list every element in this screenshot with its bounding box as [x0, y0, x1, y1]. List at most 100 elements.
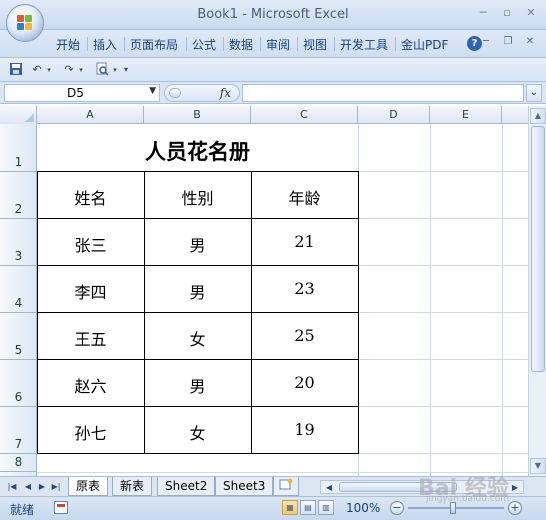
- row-header-7[interactable]: 7: [0, 407, 37, 454]
- row-header-1[interactable]: 1: [0, 124, 37, 172]
- name-cell[interactable]: 王五: [37, 326, 144, 350]
- select-all-icon: [25, 113, 34, 122]
- row-header-3[interactable]: 3: [0, 219, 37, 266]
- tab-formulas[interactable]: 公式: [192, 36, 216, 53]
- page-layout-view-icon[interactable]: ▤: [300, 500, 316, 515]
- tab-home[interactable]: 开始: [56, 36, 80, 53]
- tab-view[interactable]: 视图: [303, 36, 327, 53]
- insert-sheet-icon[interactable]: [273, 477, 299, 496]
- restore-icon[interactable]: ▫: [500, 6, 514, 20]
- tab-insert[interactable]: 插入: [93, 36, 117, 53]
- tab-developer[interactable]: 开发工具: [340, 36, 388, 53]
- column-header-c[interactable]: C: [251, 106, 358, 124]
- close-icon[interactable]: ✕: [524, 6, 538, 20]
- tab-page-layout[interactable]: 页面布局: [130, 36, 178, 53]
- name-cell[interactable]: 孙七: [37, 420, 144, 444]
- worksheet-grid[interactable]: A B C D E 1 2 3 4 5 6 7 8 人员花名册 姓名 性别 年龄: [0, 106, 528, 476]
- row-header-4[interactable]: 4: [0, 266, 37, 313]
- redo-icon[interactable]: ↷: [62, 62, 76, 78]
- save-icon[interactable]: [8, 62, 24, 78]
- header-cell-gender[interactable]: 性别: [144, 185, 251, 209]
- gender-cell[interactable]: 女: [144, 420, 251, 444]
- page-break-view-icon[interactable]: ▥: [318, 500, 334, 515]
- sheet-tab-sheet2[interactable]: Sheet2: [157, 477, 216, 496]
- zoom-in-icon[interactable]: +: [508, 501, 522, 515]
- zoom-slider[interactable]: [408, 507, 504, 509]
- scroll-left-icon[interactable]: ◀: [323, 481, 335, 495]
- last-sheet-icon[interactable]: ▶|: [50, 480, 62, 494]
- next-sheet-icon[interactable]: ▶: [36, 480, 48, 494]
- view-buttons: ▦ ▤ ▥: [282, 500, 334, 515]
- chevron-down-icon[interactable]: ▼: [149, 86, 156, 96]
- first-sheet-icon[interactable]: |◀: [6, 480, 18, 494]
- scroll-up-icon[interactable]: ▲: [530, 108, 546, 124]
- expand-formula-bar-icon[interactable]: ⌄: [526, 84, 542, 102]
- select-all-button[interactable]: [0, 106, 37, 124]
- tab-data[interactable]: 数据: [229, 36, 253, 53]
- name-cell[interactable]: 张三: [37, 232, 144, 256]
- close-icon[interactable]: ✕: [524, 36, 536, 48]
- undo-dropdown-icon[interactable]: ▾: [45, 62, 53, 78]
- normal-view-icon[interactable]: ▦: [282, 500, 298, 515]
- sheet-title[interactable]: 人员花名册: [37, 136, 358, 166]
- age-cell[interactable]: 21: [251, 232, 358, 251]
- age-cell[interactable]: 20: [251, 373, 358, 392]
- gender-cell[interactable]: 男: [144, 232, 251, 256]
- gender-cell[interactable]: 男: [144, 373, 251, 397]
- tab-divider: [124, 37, 125, 51]
- name-cell[interactable]: 李四: [37, 279, 144, 303]
- zoom-out-icon[interactable]: −: [390, 501, 404, 515]
- column-header-e[interactable]: E: [430, 106, 502, 124]
- table-border: [37, 406, 359, 407]
- gender-cell[interactable]: 女: [144, 326, 251, 350]
- zoom-level[interactable]: 100%: [346, 501, 380, 515]
- formula-bar: D5 ▼ fx ⌄: [0, 82, 546, 104]
- office-button[interactable]: [6, 4, 44, 42]
- row-header-2[interactable]: 2: [0, 172, 37, 219]
- sheet-tab-new[interactable]: 新表: [112, 477, 153, 496]
- column-header-a[interactable]: A: [37, 106, 144, 124]
- sheet-tab-label: 原表: [76, 479, 101, 493]
- row-header-8[interactable]: 8: [0, 454, 37, 472]
- column-header-f[interactable]: [502, 106, 528, 124]
- macro-record-icon[interactable]: [54, 501, 68, 514]
- restore-icon[interactable]: ❐: [502, 36, 514, 48]
- print-preview-icon[interactable]: [94, 62, 110, 78]
- redo-dropdown-icon[interactable]: ▾: [77, 62, 85, 78]
- formula-splitter[interactable]: fx: [164, 84, 240, 102]
- scroll-right-icon[interactable]: ▶: [509, 481, 521, 495]
- age-cell[interactable]: 23: [251, 279, 358, 298]
- age-cell[interactable]: 19: [251, 420, 358, 439]
- column-header-d[interactable]: D: [358, 106, 430, 124]
- tab-review[interactable]: 审阅: [266, 36, 290, 53]
- age-cell[interactable]: 25: [251, 326, 358, 345]
- row-header-5[interactable]: 5: [0, 313, 37, 360]
- row-number: 7: [14, 437, 23, 451]
- header-cell-name[interactable]: 姓名: [37, 185, 144, 209]
- insert-function-icon[interactable]: fx: [220, 86, 231, 100]
- column-header-b[interactable]: B: [144, 106, 251, 124]
- row-number: 5: [14, 343, 23, 357]
- undo-icon[interactable]: ↶: [30, 62, 44, 78]
- window-controls: ─ ▫ ✕: [476, 6, 538, 20]
- sheet-tab-sheet3[interactable]: Sheet3: [215, 477, 274, 496]
- gender-cell[interactable]: 男: [144, 279, 251, 303]
- minimize-icon[interactable]: ─: [476, 6, 490, 20]
- table-border: [37, 453, 359, 454]
- header-cell-age[interactable]: 年龄: [251, 185, 358, 209]
- tab-kingsoft-pdf[interactable]: 金山PDF: [401, 36, 448, 53]
- preview-dropdown-icon[interactable]: ▾: [111, 62, 119, 78]
- ribbon-tabs: 开始 插入 页面布局 公式 数据 审阅 视图 开发工具 金山PDF ? ─ ❐ …: [0, 30, 546, 58]
- scroll-down-icon[interactable]: ▼: [530, 458, 546, 474]
- name-box[interactable]: D5 ▼: [4, 84, 160, 102]
- vertical-scroll-thumb[interactable]: [531, 126, 545, 372]
- prev-sheet-icon[interactable]: ◀: [22, 480, 34, 494]
- splitter-handle-icon[interactable]: [169, 88, 181, 98]
- minimize-icon[interactable]: ─: [480, 36, 492, 48]
- row-header-6[interactable]: 6: [0, 360, 37, 407]
- vertical-scrollbar[interactable]: ▲ ▼: [528, 106, 546, 476]
- sheet-tab-original[interactable]: 原表: [68, 477, 109, 496]
- name-cell[interactable]: 赵六: [37, 373, 144, 397]
- formula-input[interactable]: [242, 84, 524, 102]
- customize-qat-icon[interactable]: ▾: [121, 62, 131, 78]
